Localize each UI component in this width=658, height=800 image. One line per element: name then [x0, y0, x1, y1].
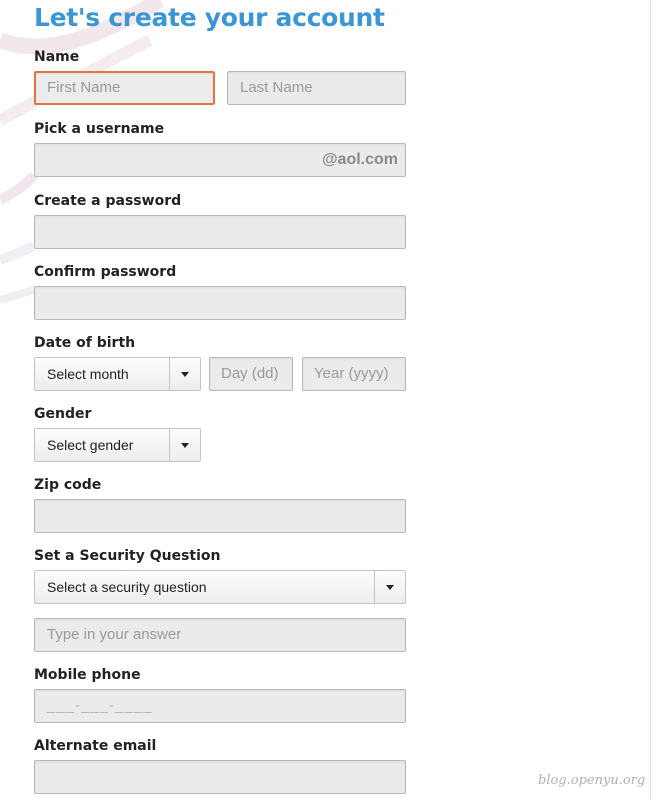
year-placeholder: Year (yyyy) — [314, 365, 389, 382]
confirm-password-label: Confirm password — [34, 264, 177, 280]
first-name-input[interactable]: First Name — [34, 71, 215, 105]
zip-code-input[interactable] — [34, 499, 406, 533]
security-question-select[interactable]: Select a security question — [34, 570, 406, 604]
year-input[interactable]: Year (yyyy) — [302, 357, 406, 391]
username-label: Pick a username — [34, 121, 165, 137]
name-label: Name — [34, 49, 80, 65]
username-input[interactable]: @aol.com — [34, 143, 406, 177]
chevron-down-icon — [181, 443, 189, 448]
chevron-down-icon — [386, 585, 394, 590]
security-answer-input[interactable]: Type in your answer — [34, 618, 406, 652]
mobile-phone-label: Mobile phone — [34, 667, 141, 683]
month-select-value: Select month — [47, 366, 129, 382]
gender-select[interactable]: Select gender — [34, 428, 201, 462]
last-name-input[interactable]: Last Name — [227, 71, 406, 105]
gender-label: Gender — [34, 406, 92, 422]
gender-select-value: Select gender — [47, 437, 134, 453]
chevron-down-icon — [181, 372, 189, 377]
security-question-dropdown-button[interactable] — [374, 571, 405, 603]
mobile-phone-input[interactable]: ___-___-____ — [34, 689, 406, 723]
day-input[interactable]: Day (dd) — [209, 357, 293, 391]
date-of-birth-label: Date of birth — [34, 335, 136, 351]
month-select[interactable]: Select month — [34, 357, 201, 391]
mobile-phone-mask: ___-___-____ — [47, 697, 153, 714]
day-placeholder: Day (dd) — [221, 365, 279, 382]
page-right-border — [650, 0, 651, 800]
security-question-label: Set a Security Question — [34, 548, 221, 564]
last-name-placeholder: Last Name — [240, 79, 313, 96]
confirm-password-input[interactable] — [34, 286, 406, 320]
month-dropdown-button[interactable] — [169, 358, 200, 390]
first-name-placeholder: First Name — [47, 79, 121, 96]
alternate-email-input[interactable] — [34, 760, 406, 794]
gender-dropdown-button[interactable] — [169, 429, 200, 461]
alternate-email-label: Alternate email — [34, 738, 157, 754]
security-answer-placeholder: Type in your answer — [47, 626, 182, 643]
password-input[interactable] — [34, 215, 406, 249]
password-label: Create a password — [34, 193, 182, 209]
watermark: blog.openyu.org — [538, 773, 646, 788]
security-question-value: Select a security question — [47, 579, 207, 595]
page-title: Let's create your account — [34, 3, 385, 32]
username-domain-suffix: @aol.com — [321, 151, 398, 168]
zip-code-label: Zip code — [34, 477, 102, 493]
